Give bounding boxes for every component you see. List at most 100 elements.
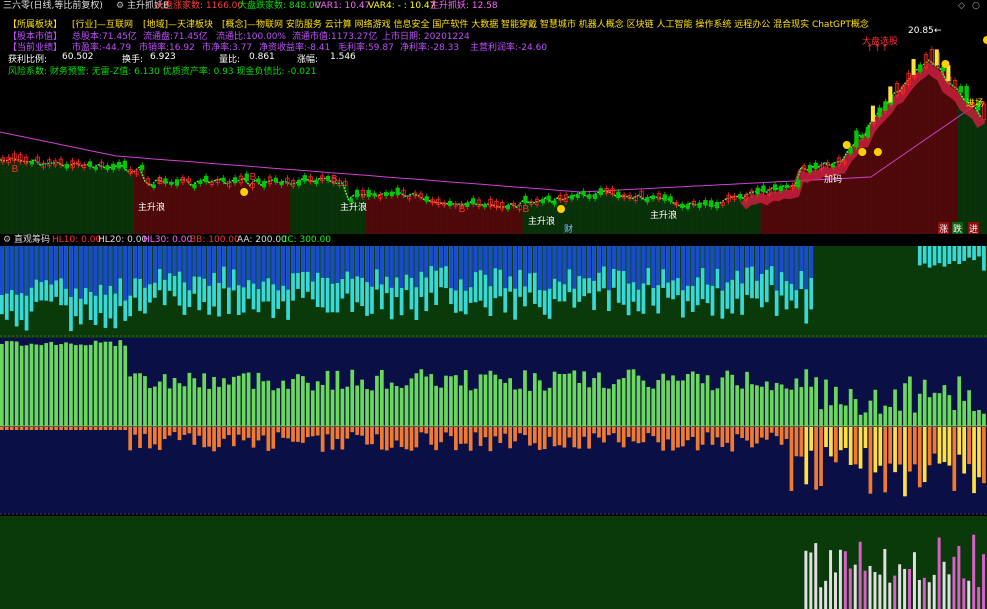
band-fill (17, 161, 24, 234)
chip-bar-green (172, 377, 177, 426)
band-fill (267, 183, 274, 234)
chip-bar-orange (429, 427, 434, 445)
candle-body (860, 134, 865, 139)
chip-bar-blue (705, 246, 710, 285)
chip-bar-orange (690, 427, 695, 437)
chip-bar-blue (394, 246, 399, 278)
sub-panel-title[interactable]: 直观筹码 (14, 234, 50, 246)
chip-bar-blue (138, 246, 142, 279)
chip-bar-magenta (932, 574, 936, 609)
chip-bar-orange (202, 427, 207, 448)
chip-bar-blue (222, 246, 226, 267)
chip-bar-green (404, 385, 409, 426)
chip-bar-green (883, 405, 888, 426)
chip-bar-cyan (932, 246, 937, 266)
chip-bar-magenta (942, 561, 946, 609)
chip-bar-orange (246, 427, 251, 438)
chip-bar-orange (572, 427, 577, 448)
chip-bar-green (755, 385, 759, 426)
chip-bar-green (360, 379, 364, 426)
chip-bar-blue (64, 246, 68, 289)
band-fill (888, 104, 895, 234)
chip-bar-blue (547, 246, 552, 289)
chip-bar-green (671, 375, 675, 426)
chip-bar-green (774, 382, 779, 426)
chip-bar-green (310, 390, 315, 426)
chip-bar-green (917, 393, 922, 426)
band-fill (232, 182, 239, 234)
chip-bar-orange (172, 427, 177, 433)
chip-bar-orange (217, 427, 221, 448)
band-fill (876, 116, 883, 234)
chip-bar-blue (355, 246, 360, 277)
band-fill (301, 181, 309, 234)
band-fill (719, 205, 727, 234)
sub-settings-icon[interactable]: ⚙ (3, 234, 11, 246)
chip-bar-green (651, 388, 656, 426)
chip-bar-blue (503, 246, 508, 289)
band-fill (63, 168, 71, 234)
chip-bar-orange (197, 427, 202, 436)
candle-body (714, 202, 720, 209)
chip-bar-blue (24, 246, 29, 296)
chip-bar-blue (123, 246, 128, 301)
chip-bar-blue (666, 246, 670, 283)
band-fill (406, 198, 413, 234)
chip-bar-green (710, 390, 715, 426)
chip-bar-orange (532, 427, 537, 444)
chip-bar-blue (4, 246, 9, 294)
candle-body (755, 187, 760, 195)
diamond-icon[interactable]: ◇ (958, 0, 965, 12)
chip-bar-green (641, 380, 646, 426)
chip-bar-blue (592, 246, 596, 281)
band-fill (481, 206, 489, 234)
band-fill (272, 181, 280, 234)
band-fill (870, 123, 878, 234)
band-fill (220, 181, 227, 234)
chip-bar-cyan (917, 246, 922, 266)
chip-bar-green (123, 345, 128, 426)
circle-icon[interactable]: ○ (972, 0, 980, 12)
band-fill (116, 168, 123, 234)
chip-bar-blue (256, 246, 261, 290)
candle-body (395, 187, 400, 196)
chip-bar-orange (399, 427, 404, 448)
chip-bar-blue (399, 246, 404, 289)
chip-bar-green (557, 373, 562, 426)
mid-label-2: 主升浪 (340, 203, 368, 213)
band-fill (23, 163, 30, 234)
chip-bar-green (809, 386, 814, 426)
chip-bar-green (676, 380, 680, 426)
chip-bar-blue (350, 246, 355, 279)
chip-bar-green (29, 343, 34, 426)
chip-bar-magenta (982, 554, 986, 609)
chip-bar-orange (518, 427, 522, 434)
chip-bar-green (399, 387, 404, 426)
chip-bar-orange (547, 427, 552, 437)
chip-bar-blue (759, 246, 764, 274)
smiley-icon (983, 36, 987, 44)
chip-bar-orange (404, 427, 409, 450)
chip-bar-blue (212, 246, 216, 273)
chip-bar-magenta (853, 564, 857, 609)
chip-bar-blue (271, 246, 276, 285)
chip-bar-blue (463, 246, 468, 291)
chip-bar-green (784, 388, 789, 426)
chip-bar-orange (187, 427, 192, 434)
chip-bar-orange (814, 427, 818, 490)
chip-bar-orange (360, 427, 364, 436)
chip-bar-green (227, 384, 231, 426)
chip-bar-orange (873, 427, 878, 473)
indicator-settings-icon[interactable]: ⚙ (116, 0, 124, 12)
chip-bar-magenta (824, 580, 828, 609)
band-fill (621, 198, 628, 234)
chip-bar-blue (93, 246, 98, 296)
chip-bar-orange (927, 427, 932, 466)
band-fill (325, 180, 332, 234)
chip-bar-blue (9, 246, 14, 291)
chip-bar-green (394, 386, 399, 426)
chip-bar-green (320, 384, 325, 426)
chip-bar-blue (468, 246, 473, 288)
chip-bar-orange (508, 427, 513, 449)
chip-bar-orange (167, 427, 172, 436)
